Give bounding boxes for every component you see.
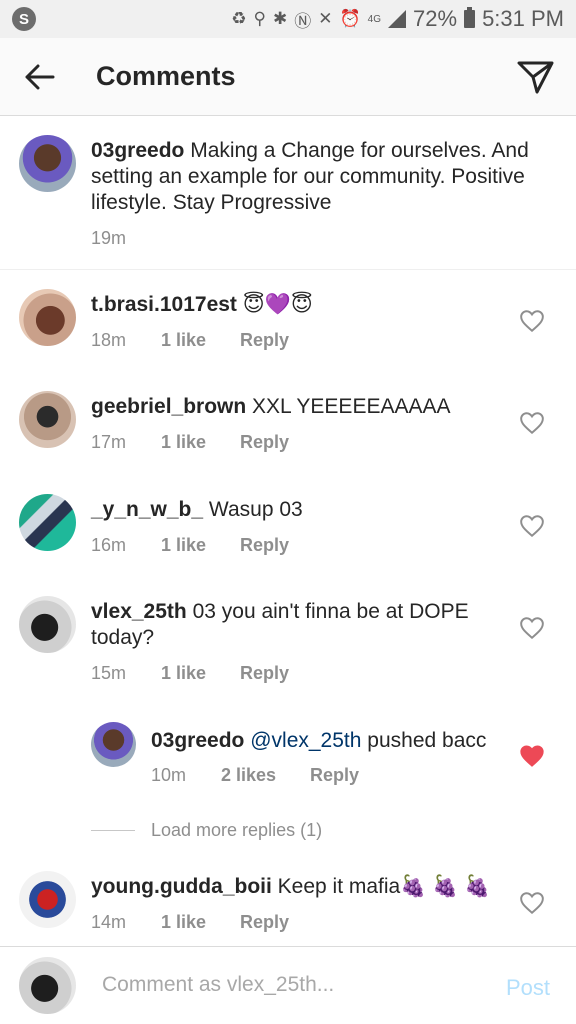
- comment-body: 😇💜😇: [242, 293, 313, 316]
- recycle-icon: ♻: [231, 9, 247, 28]
- comment-row: vlex_25th 03 you ain't finna be at DOPE …: [0, 577, 576, 705]
- comment-meta: 14m 1 like Reply: [91, 912, 289, 933]
- network-type-label: 4G: [367, 13, 382, 25]
- caption-time: 19m: [91, 228, 127, 248]
- comment-body: XXL YEEEEEAAAAA: [252, 395, 451, 418]
- back-arrow-icon: [25, 64, 55, 89]
- caption-row: 03greedo Making a Change for ourselves. …: [0, 116, 576, 269]
- comment-text: _y_n_w_b_ Wasup 03: [91, 497, 501, 523]
- comment-text: vlex_25th 03 you ain't finna be at DOPE …: [91, 599, 501, 651]
- heart-icon[interactable]: [519, 890, 545, 916]
- bluetooth-icon: ✱: [273, 9, 288, 28]
- comments-header: Comments: [0, 38, 576, 116]
- comment-time: 16m: [91, 535, 127, 555]
- reply-button[interactable]: Reply: [240, 535, 289, 556]
- page-title: Comments: [96, 61, 236, 91]
- reply-meta: 10m 2 likes Reply: [151, 765, 359, 786]
- app-notification-icon: S: [12, 7, 36, 31]
- alarm-icon: ⏰: [339, 9, 361, 28]
- reply-text: 03greedo @vlex_25th pushed bacc: [151, 728, 511, 754]
- reply-button[interactable]: Reply: [240, 330, 289, 351]
- comment-time: 15m: [91, 663, 127, 683]
- comment-input[interactable]: [102, 973, 462, 997]
- post-button[interactable]: Post: [506, 975, 550, 1001]
- load-more-line: [91, 830, 135, 831]
- heart-icon[interactable]: [519, 308, 545, 334]
- avatar[interactable]: [19, 135, 76, 192]
- avatar[interactable]: [19, 494, 76, 551]
- heart-icon[interactable]: [519, 410, 545, 436]
- location-icon: ⚲: [253, 9, 266, 28]
- caption-meta: 19m: [91, 228, 161, 249]
- avatar[interactable]: [19, 391, 76, 448]
- caption-text: 03greedo Making a Change for ourselves. …: [91, 138, 531, 216]
- reply-button[interactable]: Reply: [240, 912, 289, 933]
- heart-filled-icon[interactable]: [519, 743, 545, 769]
- comment-text: t.brasi.1017est 😇💜😇: [91, 292, 501, 318]
- signal-icon: [388, 10, 407, 28]
- like-count[interactable]: 1 like: [161, 330, 206, 351]
- heart-icon[interactable]: [519, 513, 545, 539]
- comment-row: young.gudda_boii Keep it mafia🍇 🍇 🍇 14m …: [0, 850, 576, 946]
- comment-meta: 15m 1 like Reply: [91, 663, 289, 684]
- comment-text: young.gudda_boii Keep it mafia🍇 🍇 🍇: [91, 874, 501, 900]
- like-count[interactable]: 1 like: [161, 432, 206, 453]
- caption-username[interactable]: 03greedo: [91, 139, 184, 162]
- heart-icon[interactable]: [519, 615, 545, 641]
- comment-body: Wasup 03: [208, 498, 303, 521]
- comment-meta: 17m 1 like Reply: [91, 432, 289, 453]
- comment-row: _y_n_w_b_ Wasup 03 16m 1 like Reply: [0, 475, 576, 577]
- mute-icon: ✕: [318, 9, 333, 28]
- reply-button[interactable]: Reply: [240, 663, 289, 684]
- comment-username[interactable]: vlex_25th: [91, 600, 187, 623]
- nfc-icon: Ⓝ: [294, 11, 312, 31]
- comment-username[interactable]: geebriel_brown: [91, 395, 246, 418]
- avatar[interactable]: [19, 596, 76, 653]
- comment-username[interactable]: t.brasi.1017est: [91, 293, 237, 316]
- avatar[interactable]: [91, 722, 136, 767]
- reply-time: 10m: [151, 765, 187, 785]
- like-count[interactable]: 2 likes: [221, 765, 276, 786]
- comment-row: geebriel_brown XXL YEEEEEAAAAA 17m 1 lik…: [0, 372, 576, 475]
- paper-plane-icon: [517, 61, 554, 93]
- comment-meta: 16m 1 like Reply: [91, 535, 289, 556]
- mention-link[interactable]: @vlex_25th: [250, 729, 361, 752]
- battery-percent: 72%: [413, 6, 458, 31]
- comment-username[interactable]: young.gudda_boii: [91, 875, 272, 898]
- reply-row: 03greedo @vlex_25th pushed bacc 10m 2 li…: [0, 705, 576, 805]
- status-bar: S ♻ ⚲ ✱ Ⓝ ✕ ⏰ 4G 72% 5:31 PM: [0, 0, 576, 38]
- avatar[interactable]: [19, 289, 76, 346]
- reply-body: pushed bacc: [367, 729, 487, 752]
- comment-body: Keep it mafia🍇 🍇 🍇: [277, 875, 491, 898]
- like-count[interactable]: 1 like: [161, 663, 206, 684]
- share-button[interactable]: [496, 38, 576, 116]
- reply-button[interactable]: Reply: [240, 432, 289, 453]
- comment-row: t.brasi.1017est 😇💜😇 18m 1 like Reply: [0, 270, 576, 372]
- comment-time: 14m: [91, 912, 127, 932]
- comment-time: 18m: [91, 330, 127, 350]
- load-more-replies-button[interactable]: Load more replies (1): [151, 820, 322, 841]
- comment-text: geebriel_brown XXL YEEEEEAAAAA: [91, 394, 501, 420]
- current-user-avatar: [19, 957, 76, 1014]
- clock-time: 5:31 PM: [482, 6, 564, 31]
- like-count[interactable]: 1 like: [161, 535, 206, 556]
- reply-button[interactable]: Reply: [310, 765, 359, 786]
- battery-icon: [464, 7, 476, 28]
- comment-composer: Post: [0, 946, 576, 1024]
- back-button[interactable]: [0, 38, 80, 116]
- like-count[interactable]: 1 like: [161, 912, 206, 933]
- comment-username[interactable]: _y_n_w_b_: [91, 498, 203, 521]
- reply-username[interactable]: 03greedo: [151, 729, 244, 752]
- comment-meta: 18m 1 like Reply: [91, 330, 289, 351]
- avatar[interactable]: [19, 871, 76, 928]
- comment-time: 17m: [91, 432, 127, 452]
